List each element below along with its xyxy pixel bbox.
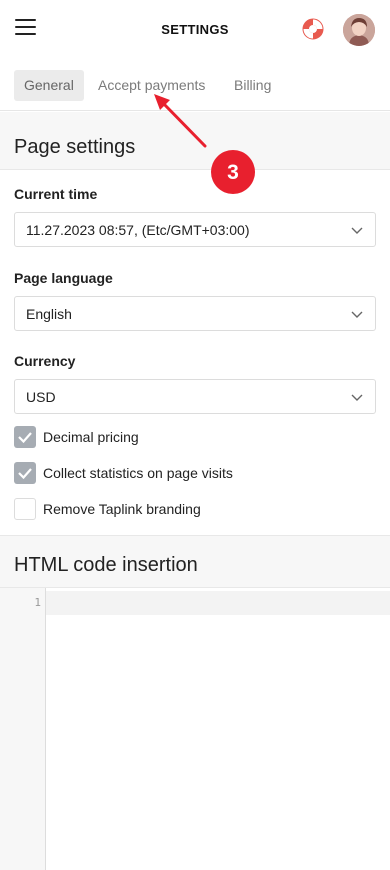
section-title: Page settings [14,136,136,158]
currency-select[interactable]: USD [14,379,376,414]
checkmark-icon [18,468,32,480]
current-time-value: 11.27.2023 08:57, (Etc/GMT+03:00) [26,222,250,238]
current-time-select[interactable]: 11.27.2023 08:57, (Etc/GMT+03:00) [14,212,376,247]
checkbox-label: Decimal pricing [43,429,139,445]
tab-general[interactable]: General [14,70,84,101]
section-title: HTML code insertion [14,554,198,576]
avatar[interactable] [343,14,375,46]
editor-active-line[interactable] [46,591,390,615]
currency-value: USD [26,389,56,405]
checkmark-icon [18,432,32,444]
current-time-label: Current time [14,186,98,202]
html-code-header: HTML code insertion [0,535,390,588]
editor-gutter: 1 [0,588,46,870]
step-badge: 3 [211,150,255,194]
page-language-value: English [26,306,72,322]
tab-billing[interactable]: Billing [224,70,281,101]
page-title: SETTINGS [161,22,229,37]
page-language-select[interactable]: English [14,296,376,331]
chevron-down-icon [351,227,363,234]
chevron-down-icon [351,394,363,401]
top-header: SETTINGS [0,0,390,60]
tab-accept-payments[interactable]: Accept payments [88,70,215,101]
line-number: 1 [34,596,41,609]
checkbox-box[interactable] [14,462,36,484]
html-code-editor[interactable]: 1 [0,588,390,870]
checkbox-label: Remove Taplink branding [43,501,201,517]
currency-label: Currency [14,353,76,369]
settings-tabs: General Accept payments Billing [0,60,390,111]
checkbox-label: Collect statistics on page visits [43,465,233,481]
checkbox-box[interactable] [14,426,36,448]
page-settings-header: Page settings [0,112,390,170]
chevron-down-icon [351,311,363,318]
lifebuoy-icon[interactable] [302,18,324,40]
checkbox-box[interactable] [14,498,36,520]
page-language-label: Page language [14,270,113,286]
step-number: 3 [227,161,239,184]
